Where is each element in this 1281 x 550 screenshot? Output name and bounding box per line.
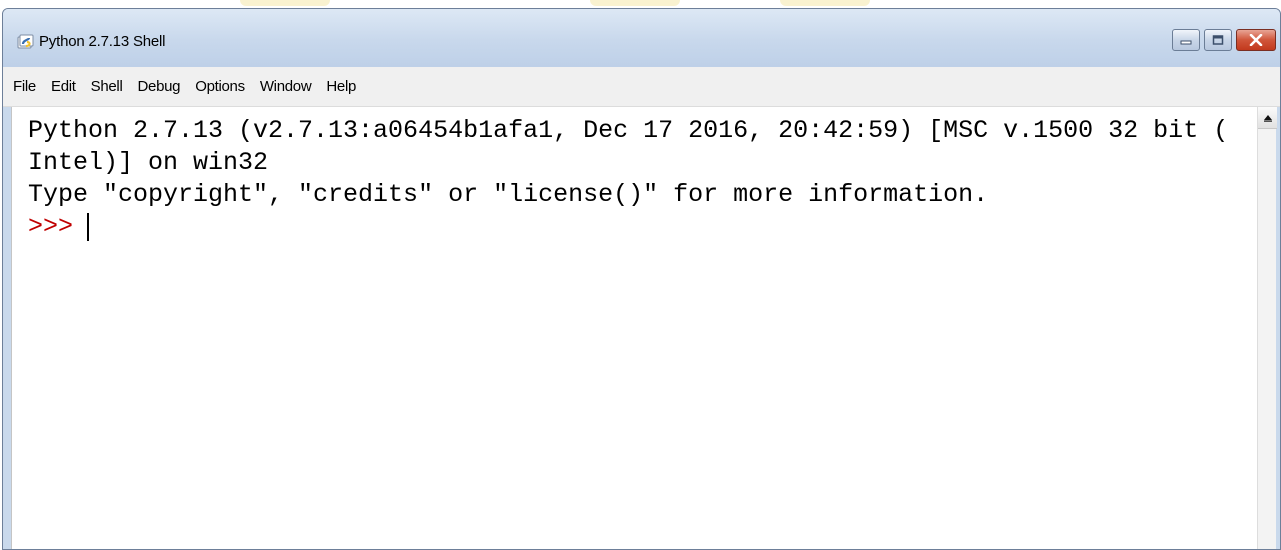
watermark-shape (590, 0, 680, 6)
window-title: Python 2.7.13 Shell (39, 33, 166, 50)
close-icon (1249, 34, 1263, 46)
idle-shell-window: Python 2.7.13 Shell File Edit Shell Debu… (2, 8, 1281, 550)
menu-debug[interactable]: Debug (138, 78, 181, 95)
menu-shell[interactable]: Shell (91, 78, 123, 95)
python-idle-icon (17, 34, 34, 49)
page: Python 2.7.13 Shell File Edit Shell Debu… (0, 0, 1281, 550)
watermark-shape (780, 0, 870, 6)
shell-prompt: >>> (28, 212, 74, 241)
maximize-icon (1212, 35, 1224, 45)
title-bar[interactable]: Python 2.7.13 Shell (3, 9, 1280, 67)
menu-edit[interactable]: Edit (51, 78, 76, 95)
text-cursor (87, 213, 90, 241)
scroll-up-button[interactable] (1258, 107, 1277, 129)
window-controls (1172, 29, 1276, 53)
menu-window[interactable]: Window (260, 78, 312, 95)
menu-help[interactable]: Help (326, 78, 356, 95)
arrow-up-icon (1263, 114, 1272, 122)
watermark-shape (240, 0, 330, 6)
close-button[interactable] (1236, 29, 1276, 51)
shell-output-line: Intel)] on win32 (28, 148, 269, 177)
vertical-scrollbar[interactable] (1257, 107, 1277, 549)
menu-options[interactable]: Options (195, 78, 245, 95)
menu-file[interactable]: File (13, 78, 36, 95)
shell-output-line: Type "copyright", "credits" or "license(… (28, 180, 989, 209)
prompt-line[interactable]: >>> (28, 211, 1260, 243)
menu-bar: File Edit Shell Debug Options Window Hel… (3, 67, 1280, 107)
minimize-button[interactable] (1172, 29, 1200, 51)
minimize-icon (1180, 40, 1192, 45)
shell-text-area[interactable]: Python 2.7.13 (v2.7.13:a06454b1afa1, Dec… (11, 107, 1260, 549)
maximize-button[interactable] (1204, 29, 1232, 51)
shell-output-line: Python 2.7.13 (v2.7.13:a06454b1afa1, Dec… (28, 116, 1229, 145)
top-watermark-strip (0, 0, 1281, 8)
